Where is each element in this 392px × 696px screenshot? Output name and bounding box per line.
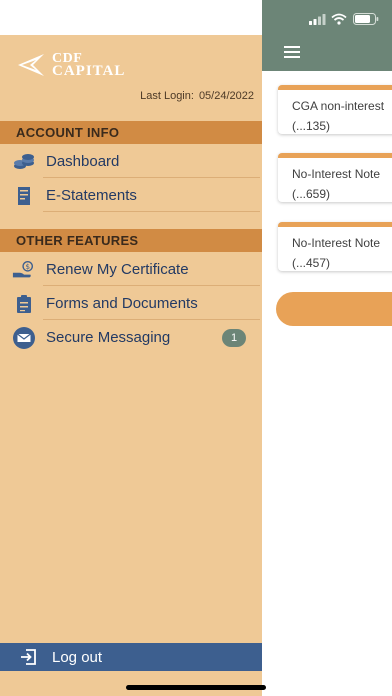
primary-action-button[interactable] xyxy=(276,292,392,326)
cellular-signal-icon xyxy=(309,13,326,25)
section-header-other-features: OTHER FEATURES xyxy=(0,229,262,252)
coins-icon xyxy=(12,151,36,173)
hand-money-icon: $ xyxy=(12,259,36,281)
clipboard-icon xyxy=(12,293,36,315)
account-number: (...457) xyxy=(292,256,331,270)
account-name: CGA non-interest xyxy=(292,99,385,113)
hamburger-menu-icon[interactable] xyxy=(284,46,300,58)
status-bar-area xyxy=(0,0,262,35)
account-name: No-Interest Note xyxy=(292,167,381,181)
menu-label-secure-messaging: Secure Messaging xyxy=(46,329,171,346)
account-name: No-Interest Note xyxy=(292,236,381,250)
menu-item-forms-documents[interactable]: Forms and Documents xyxy=(12,287,260,320)
menu-label-dashboard: Dashboard xyxy=(46,153,120,170)
battery-icon xyxy=(353,13,379,25)
account-card[interactable]: No-Interest Note (...457) xyxy=(278,222,392,271)
main-content: CGA non-interest (...135) No-Interest No… xyxy=(262,0,392,696)
last-login: Last Login: 05/24/2022 xyxy=(140,90,254,102)
app-header xyxy=(262,0,392,71)
menu-label-forms-documents: Forms and Documents xyxy=(46,295,198,312)
wifi-icon xyxy=(331,13,347,25)
last-login-label: Last Login: xyxy=(140,90,194,102)
account-card[interactable]: CGA non-interest (...135) xyxy=(278,85,392,134)
account-number: (...135) xyxy=(292,119,331,133)
logo-arrow-icon xyxy=(18,54,44,76)
account-number: (...659) xyxy=(292,187,331,201)
home-indicator[interactable] xyxy=(126,685,266,690)
logout-label: Log out xyxy=(52,648,103,666)
account-card[interactable]: No-Interest Note (...659) xyxy=(278,153,392,202)
unread-count-badge: 1 xyxy=(222,328,246,347)
navigation-drawer: CDF CAPITAL Last Login: 05/24/2022 ACCOUN… xyxy=(0,0,262,696)
menu-item-renew-certificate[interactable]: $ Renew My Certificate xyxy=(12,253,260,286)
menu-item-e-statements[interactable]: E-Statements xyxy=(12,179,260,212)
drawer-bottom-area xyxy=(0,671,262,696)
menu-label-renew-certificate: Renew My Certificate xyxy=(46,261,189,278)
last-login-date: 05/24/2022 xyxy=(198,90,254,102)
section-header-account-info: ACCOUNT INFO xyxy=(0,121,262,144)
statement-icon xyxy=(12,185,36,207)
status-icons xyxy=(309,13,379,25)
menu-label-e-statements: E-Statements xyxy=(46,187,137,204)
logout-button[interactable]: Log out xyxy=(0,643,262,671)
envelope-icon xyxy=(12,326,36,349)
logout-icon xyxy=(16,646,40,668)
menu-item-secure-messaging[interactable]: Secure Messaging 1 xyxy=(12,321,260,354)
svg-text:$: $ xyxy=(25,262,30,271)
menu-item-dashboard[interactable]: Dashboard xyxy=(12,145,260,178)
cdf-capital-logo: CDF CAPITAL xyxy=(16,52,126,79)
logo-text-line2: CAPITAL xyxy=(52,63,126,79)
